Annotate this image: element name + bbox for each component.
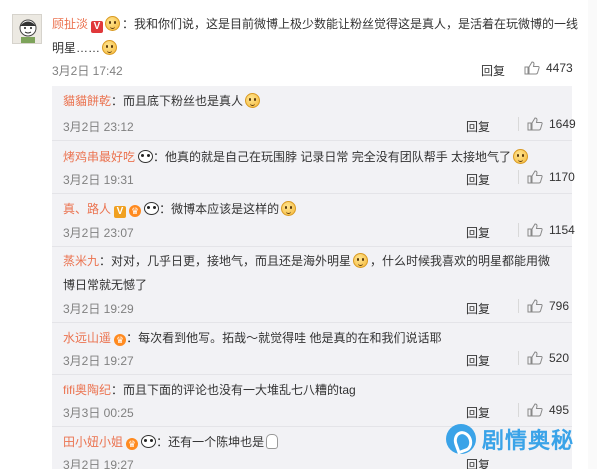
like-count: 520 <box>549 351 570 365</box>
verified-badge-icon: V <box>91 21 104 33</box>
list-item: 真、路人 V ♛ ：微博本应该是这样的 <box>63 197 573 221</box>
sub-comment-author[interactable]: 貓貓餅乾 <box>63 94 111 108</box>
divider <box>52 193 572 194</box>
top-like-button[interactable]: 4473 <box>524 61 573 75</box>
panda-icon <box>144 202 160 215</box>
list-item: 蒸米九：对对，几乎日更，接地气，而且还是海外明星 ，什么时候我喜欢的明星都能用微 <box>63 253 551 268</box>
emoji-face-icon <box>102 40 118 55</box>
like-count: 1170 <box>549 170 575 184</box>
list-item: 水远山遥 ♛ ：每次看到他写。拓哉～就觉得哇 他是真的在和我们说话耶 <box>63 331 442 346</box>
list-item: 貓貓餅乾：而且底下粉丝也是真人 <box>63 89 573 113</box>
emoji-laugh-icon <box>513 149 529 164</box>
sub-comment-text: 还有一个陈坤也是 <box>168 435 265 449</box>
divider <box>518 403 519 417</box>
thumbs-up-icon <box>524 61 540 75</box>
list-item-line: 博日常就无憾了 <box>63 273 573 297</box>
sub-comment-author[interactable]: 田小妞小姐 <box>63 435 123 449</box>
like-count: 1649 <box>549 117 576 131</box>
comment-thread: 顾扯淡 V ：我和你们说，这是目前微博上极少数能让粉丝觉得这是真人，是活着在玩微博的… <box>0 0 597 469</box>
watermark: 剧情奥秘 <box>446 420 592 458</box>
sub-comment-text: 每次看到他写。拓哉～就觉得哇 他是真的在和我们说话耶 <box>138 331 442 345</box>
emoji-face-icon <box>245 93 261 108</box>
divider <box>52 246 572 247</box>
level-badge-icon: ♛ <box>129 205 142 217</box>
divider <box>52 374 572 375</box>
list-item: fifi奥陶纪：而且下面的评论也没有一大堆乱七八糟的tag <box>63 383 356 397</box>
sub-comment-author[interactable]: 水远山遥 <box>63 331 111 345</box>
reply-button[interactable]: 回复 <box>466 352 490 369</box>
avatar[interactable] <box>12 14 42 44</box>
divider <box>518 223 519 237</box>
sub-comment-author[interactable]: fifi奥陶纪 <box>63 383 111 397</box>
thumbs-up-icon <box>527 351 543 365</box>
sub-comment-text: 微博本应该是这样的 <box>171 202 280 216</box>
reply-button[interactable]: 回复 <box>466 118 490 135</box>
sub-comment-text: 对对，几乎日更，接地气，而且还是海外明星 <box>111 254 352 268</box>
divider <box>518 351 519 365</box>
like-button[interactable]: 520 <box>510 351 569 365</box>
top-comment-date: 3月2日 17:42 <box>52 64 123 78</box>
thumbs-up-icon <box>527 403 543 417</box>
like-count: 796 <box>549 299 570 313</box>
like-button[interactable]: 1170 <box>510 170 575 184</box>
top-comment-body: 顾扯淡 V ：我和你们说，这是目前微博上极少数能让粉丝觉得这是真人，是活着在玩微博的… <box>52 16 579 55</box>
watermark-text: 剧情奥秘 <box>482 428 575 453</box>
reply-button[interactable]: 回复 <box>466 404 490 421</box>
reply-button[interactable]: 回复 <box>466 300 490 317</box>
thumbs-up-icon <box>527 170 543 184</box>
sub-comment-author[interactable]: 烤鸡串最好吃 <box>63 150 135 164</box>
like-count: 1154 <box>549 223 575 237</box>
sub-comment-date: 3月2日 23:12 <box>63 120 134 134</box>
hand-emoji-icon <box>266 434 279 449</box>
reply-button[interactable]: 回复 <box>466 171 490 188</box>
like-button[interactable]: 796 <box>510 299 569 313</box>
thumbs-up-icon <box>527 117 543 131</box>
divider <box>518 117 519 131</box>
top-like-count: 4473 <box>546 61 573 75</box>
sub-comment-date: 3月2日 23:07 <box>63 226 134 240</box>
top-comment-author[interactable]: 顾扯淡 <box>52 17 88 31</box>
sub-comment-date: 3月2日 19:27 <box>63 354 134 368</box>
emoji-face-icon <box>281 201 297 216</box>
watermark-logo-icon <box>446 424 476 454</box>
emoji-face-icon <box>353 253 369 268</box>
like-count: 495 <box>549 403 570 417</box>
sub-comment-author[interactable]: 真、路人 <box>63 202 111 216</box>
thumbs-up-icon <box>527 299 543 313</box>
like-button[interactable]: 1649 <box>510 117 576 131</box>
verified-badge-icon: V <box>114 206 127 218</box>
top-reply-button[interactable]: 回复 <box>481 62 505 79</box>
panda-icon <box>141 435 157 448</box>
like-button[interactable]: 1154 <box>510 223 575 237</box>
reply-button[interactable]: 回复 <box>466 224 490 241</box>
list-item: 烤鸡串最好吃 ：他真的就是自己在玩围脖 记录日常 完全没有团队帮手 太接地气了 <box>63 145 573 169</box>
thumbs-up-icon <box>527 223 543 237</box>
panda-icon <box>138 150 154 163</box>
level-badge-icon: ♛ <box>114 334 127 346</box>
sub-comment-text: 而且底下粉丝也是真人 <box>123 94 244 108</box>
emoji-face-icon <box>105 16 121 31</box>
divider <box>518 170 519 184</box>
sub-comment-date: 3月2日 19:29 <box>63 302 134 316</box>
sub-comment-text: 他真的就是自己在玩围脖 记录日常 完全没有团队帮手 太接地气了 <box>165 150 512 164</box>
scrollbar[interactable] <box>588 0 597 469</box>
sub-comment-date: 3月3日 00:25 <box>63 406 134 420</box>
like-button[interactable]: 495 <box>510 403 569 417</box>
sub-comment-date: 3月2日 19:27 <box>63 458 134 469</box>
divider <box>518 299 519 313</box>
sub-comment-text: 而且下面的评论也没有一大堆乱七八糟的tag <box>123 383 356 397</box>
sub-comment-text-cont: ，什么时候我喜欢的明星都能用微 <box>370 254 551 268</box>
divider <box>52 140 572 141</box>
sub-comment-text-line2: 博日常就无憾了 <box>63 278 148 292</box>
sub-comment-date: 3月2日 19:31 <box>63 173 134 187</box>
sub-comment-author[interactable]: 蒸米九 <box>63 254 99 268</box>
level-badge-icon: ♛ <box>126 438 139 450</box>
divider <box>52 322 572 323</box>
